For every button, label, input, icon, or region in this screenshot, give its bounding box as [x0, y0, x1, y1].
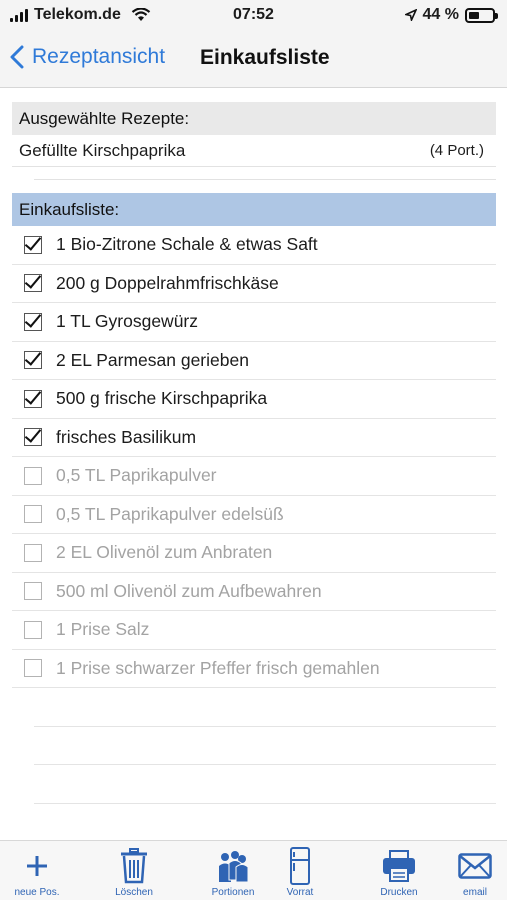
shopping-list-item[interactable]: 2 EL Parmesan gerieben [12, 342, 496, 380]
shopping-list-item[interactable]: 0,5 TL Paprikapulver edelsüß [12, 496, 496, 534]
checkbox-unchecked[interactable] [24, 466, 42, 485]
shopping-item-label: 0,5 TL Paprikapulver edelsüß [56, 503, 284, 524]
shopping-list-item[interactable]: 0,5 TL Paprikapulver [12, 457, 496, 496]
shopping-item-label: frisches Basilikum [56, 426, 197, 447]
pantry-label: Vorrat [286, 887, 314, 898]
empty-list-row [34, 804, 496, 842]
shopping-item-label: 1 TL Gyrosgewürz [56, 311, 198, 332]
new-item-button[interactable]: neue Pos. [2, 847, 72, 898]
email-label: email [463, 887, 487, 898]
shopping-list-item[interactable]: 1 Bio-Zitrone Schale & etwas Saft [12, 226, 496, 265]
page-title: Einkaufsliste [200, 46, 330, 69]
shopping-list-item[interactable]: frisches Basilikum [12, 419, 496, 457]
battery-fill [469, 11, 479, 19]
print-button[interactable]: Drucken [364, 847, 434, 898]
shopping-list-item[interactable]: 200 g Doppelrahmfrischkäse [12, 265, 496, 303]
checkbox-unchecked[interactable] [24, 543, 42, 562]
trash-icon [121, 848, 147, 884]
tab-bar: neue Pos. Löschen Portionen Vorrat Druck… [0, 840, 507, 900]
battery-percent: 44 % [422, 6, 459, 23]
shopping-item-label: 500 ml Olivenöl zum Aufbewahren [56, 580, 322, 601]
shopping-item-label: 500 g frische Kirschpaprika [56, 388, 268, 409]
email-button[interactable]: email [440, 847, 507, 898]
checkbox-checked[interactable] [24, 428, 42, 447]
back-button[interactable]: Rezeptansicht [10, 45, 165, 69]
shopping-list-header: Einkaufsliste: [12, 193, 496, 226]
checkbox-unchecked[interactable] [24, 505, 42, 524]
shopping-list-item[interactable]: 1 Prise Salz [12, 611, 496, 650]
checkbox-checked[interactable] [24, 389, 42, 408]
battery-icon [465, 7, 498, 23]
shopping-item-label: 1 Prise Salz [56, 619, 150, 640]
status-bar: Telekom.de 07:52 44 % [0, 0, 507, 32]
printer-icon [383, 850, 415, 882]
back-button-label: Rezeptansicht [32, 45, 166, 68]
checkbox-checked[interactable] [24, 235, 42, 254]
checkbox-unchecked[interactable] [24, 582, 42, 601]
shopping-list-item[interactable]: 1 Prise schwarzer Pfeffer frisch gemahle… [12, 650, 496, 688]
shopping-list: 1 Bio-Zitrone Schale & etwas Saft 200 g D… [12, 226, 496, 881]
shopping-item-label: 1 Bio-Zitrone Schale & etwas Saft [56, 234, 318, 255]
empty-list-row [34, 727, 496, 765]
empty-list-row [34, 688, 496, 727]
shopping-item-label: 0,5 TL Paprikapulver [56, 465, 217, 486]
status-right: 44 % [404, 6, 498, 24]
envelope-icon [458, 853, 492, 879]
print-label: Drucken [380, 887, 418, 898]
checkbox-checked[interactable] [24, 274, 42, 293]
divider [34, 179, 496, 180]
shopping-list-item[interactable]: 2 EL Olivenöl zum Anbraten [12, 534, 496, 573]
checkbox-checked[interactable] [24, 312, 42, 331]
shopping-list-item[interactable]: 500 g frische Kirschpaprika [12, 380, 496, 419]
plus-icon [27, 856, 47, 876]
navigation-bar: Rezeptansicht Einkaufsliste [0, 32, 507, 88]
recipe-portions: (4 Port.) [429, 142, 484, 159]
delete-button[interactable]: Löschen [99, 847, 169, 898]
selected-recipe-row[interactable]: Gefüllte Kirschpaprika (4 Port.) [12, 135, 496, 167]
shopping-item-label: 200 g Doppelrahmfrischkäse [56, 272, 279, 293]
chevron-left-icon [10, 45, 24, 69]
location-arrow-icon [404, 9, 417, 21]
empty-list-row [34, 765, 496, 804]
shopping-item-label: 2 EL Olivenöl zum Anbraten [56, 542, 273, 563]
content-area: Ausgewählte Rezepte: Gefüllte Kirschpapr… [0, 88, 507, 881]
recipe-name: Gefüllte Kirschpaprika [19, 141, 186, 160]
pantry-button[interactable]: Vorrat [265, 847, 335, 898]
fridge-icon [290, 847, 310, 885]
delete-label: Löschen [115, 887, 153, 898]
checkbox-unchecked[interactable] [24, 659, 42, 678]
checkbox-unchecked[interactable] [24, 620, 42, 639]
shopping-list-item[interactable]: 1 TL Gyrosgewürz [12, 303, 496, 342]
shopping-list-item[interactable]: 500 ml Olivenöl zum Aufbewahren [12, 573, 496, 611]
new-item-label: neue Pos. [14, 887, 60, 898]
portions-button[interactable]: Portionen [198, 847, 268, 898]
shopping-item-label: 2 EL Parmesan gerieben [56, 349, 249, 370]
checkbox-checked[interactable] [24, 351, 42, 370]
people-icon [219, 851, 249, 883]
shopping-item-label: 1 Prise schwarzer Pfeffer frisch gemahle… [56, 657, 380, 678]
portions-label: Portionen [211, 887, 255, 898]
selected-recipes-header: Ausgewählte Rezepte: [12, 102, 496, 135]
